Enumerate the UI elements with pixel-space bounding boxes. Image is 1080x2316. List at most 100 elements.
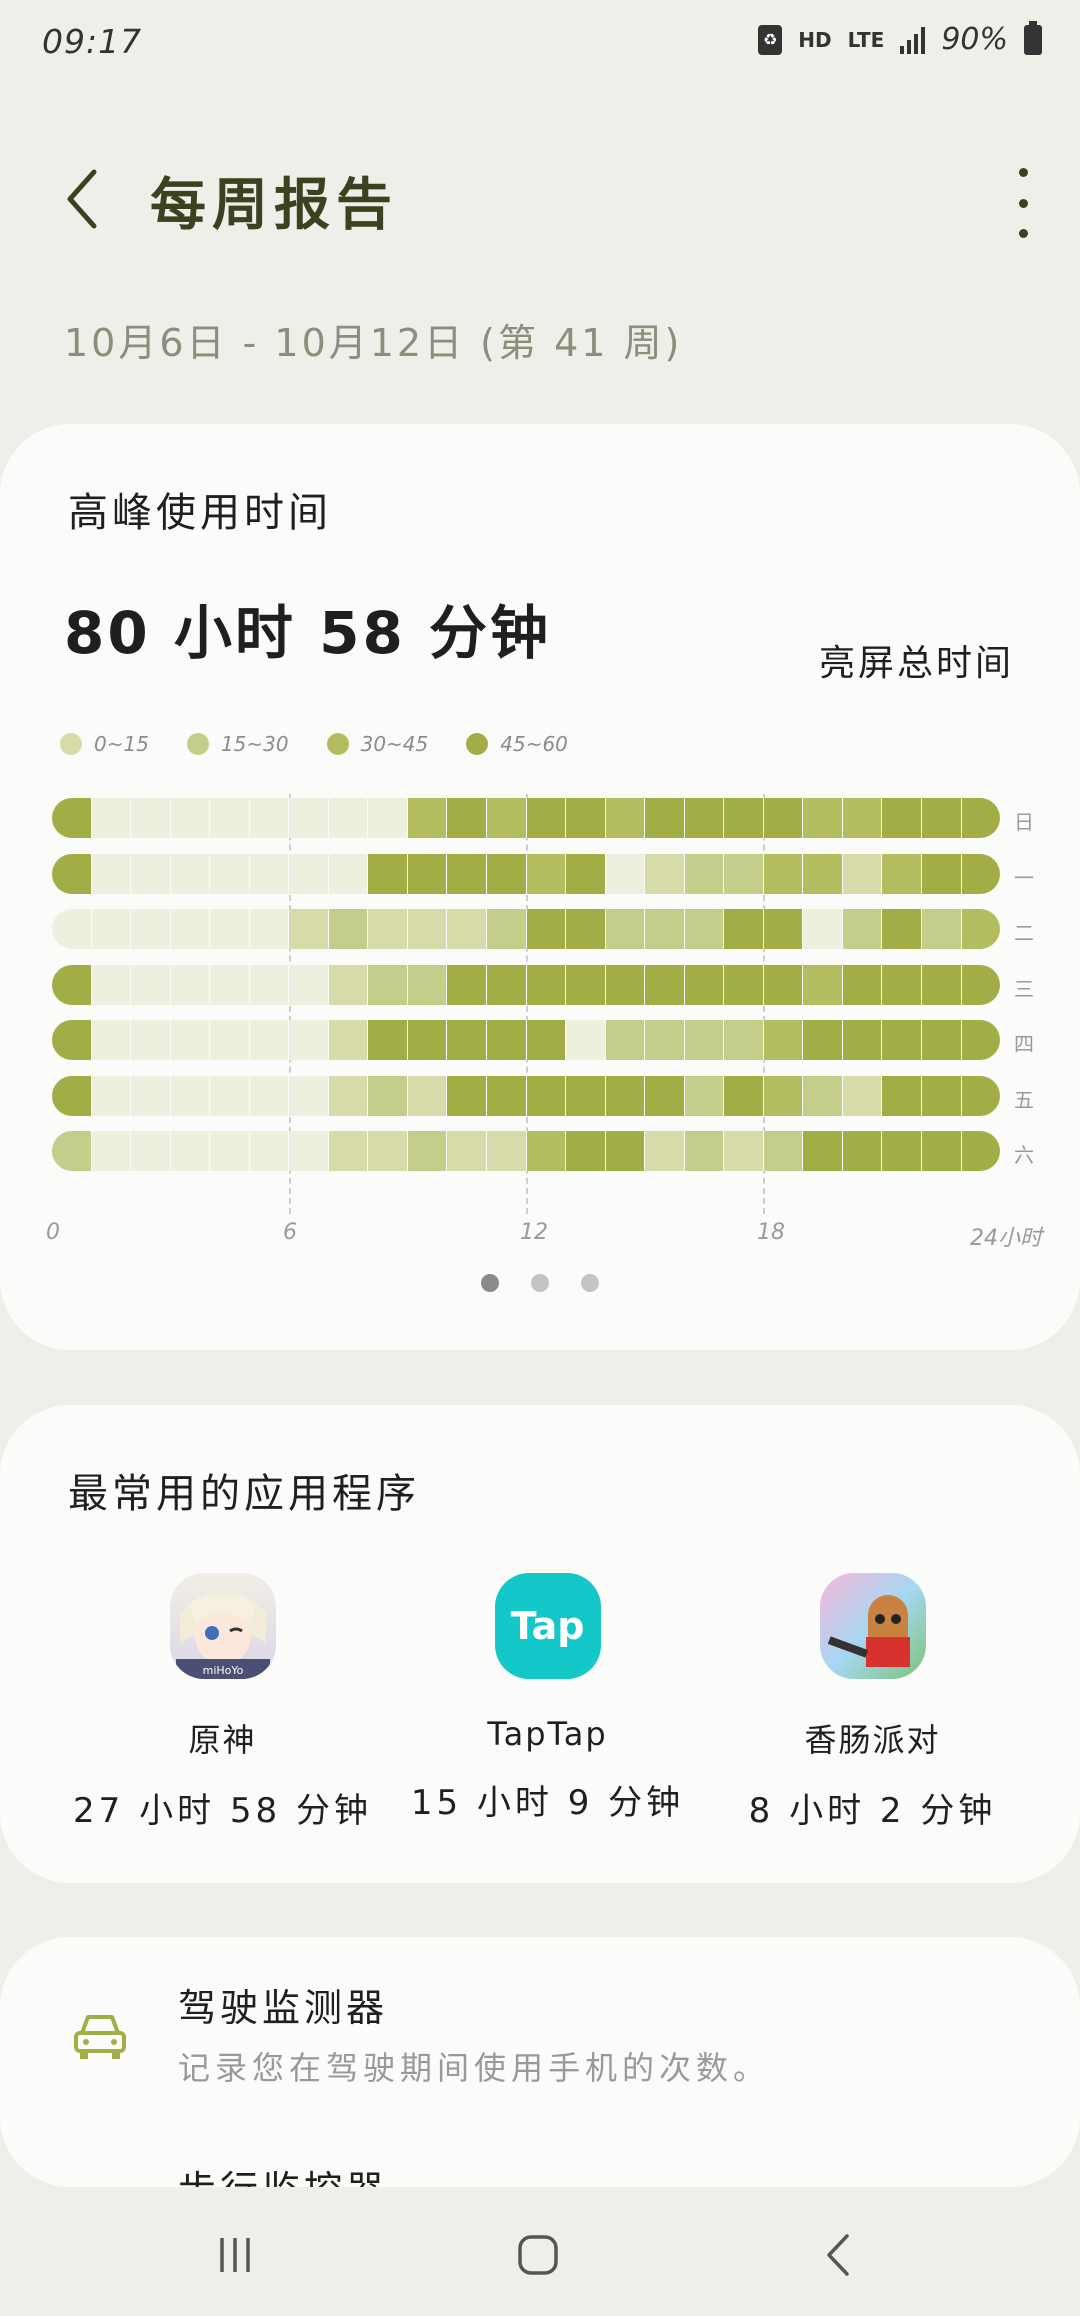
- heatmap-cell: [91, 964, 132, 1005]
- heatmap-cell: [289, 909, 329, 949]
- heatmap-cell: [645, 853, 685, 894]
- heatmap-cell: [684, 964, 725, 1005]
- heatmap-cell: [882, 798, 923, 838]
- app-item-taptap[interactable]: Tap TapTap 15 小时 9 分钟: [385, 1573, 710, 1832]
- status-time: 09:17: [42, 22, 143, 61]
- heatmap-cell: [882, 964, 923, 1005]
- heatmap-cell: [487, 964, 527, 1005]
- heatmap-cell: [328, 1131, 369, 1171]
- heatmap-cell: [249, 909, 290, 949]
- back-icon[interactable]: [815, 2230, 865, 2280]
- peak-usage-title: 高峰使用时间: [68, 490, 332, 536]
- heatmap-cell: [131, 798, 171, 838]
- more-vertical-icon[interactable]: [1008, 168, 1038, 238]
- heatmap-cell: [487, 1075, 527, 1116]
- heatmap-cell: [447, 1020, 488, 1060]
- x-tick-label: 24小时: [970, 1226, 1042, 1251]
- day-label: 三: [1014, 976, 1034, 1001]
- heatmap-cell: [961, 1131, 1000, 1171]
- heatmap-cell: [289, 1020, 329, 1060]
- heatmap-cell: [131, 909, 171, 949]
- heatmap-cell: [249, 1131, 290, 1171]
- heatmap-cell: [842, 964, 883, 1005]
- heatmap-cell: [684, 909, 725, 949]
- page-indicator[interactable]: [0, 1274, 1080, 1292]
- heatmap-cell: [961, 1075, 1000, 1116]
- legend-item: 0~15: [60, 732, 149, 756]
- chevron-left-icon[interactable]: [58, 164, 118, 234]
- heatmap-cell: [447, 964, 488, 1005]
- heatmap-cell: [922, 798, 962, 838]
- heatmap-cell: [407, 964, 448, 1005]
- status-icons: ♻ HD LTE 90%: [758, 20, 1042, 57]
- heatmap-cell: [605, 798, 646, 838]
- walking-monitor-title[interactable]: 步行监控器: [178, 2159, 388, 2187]
- top-apps-card: 最常用的应用程序 miHoYo 原神 27 小时 58 分钟 Tap TapTa…: [0, 1405, 1080, 1883]
- heatmap-cell: [566, 1020, 606, 1060]
- heatmap-cell: [368, 1075, 408, 1116]
- heatmap-cell: [922, 853, 962, 894]
- heatmap-cell: [289, 1131, 329, 1171]
- genshin-app-icon: miHoYo: [169, 1573, 276, 1679]
- heatmap-cell: [684, 798, 725, 838]
- heatmap-cell: [407, 853, 448, 894]
- heatmap-cell: [526, 1075, 567, 1116]
- total-screen-time-label: 亮屏总时间: [818, 643, 1014, 684]
- driving-monitor-title: 驾驶监测器: [178, 1986, 389, 2030]
- app-name: 原神: [188, 1721, 257, 1759]
- heatmap-cell: [763, 1075, 804, 1116]
- legend-item: 45~60: [466, 732, 568, 756]
- heatmap-cell: [249, 798, 290, 838]
- heatmap-cell: [131, 1020, 171, 1060]
- heatmap-cell: [724, 853, 764, 894]
- signal-icon: [900, 26, 926, 54]
- driving-monitor-card[interactable]: 驾驶监测器 记录您在驾驶期间使用手机的次数。 步行监控器: [0, 1937, 1080, 2187]
- heatmap-cell: [842, 909, 883, 949]
- day-label: 五: [1014, 1087, 1034, 1112]
- heatmap-cell: [447, 909, 488, 949]
- day-label: 日: [1014, 810, 1034, 834]
- page-dot[interactable]: [531, 1274, 549, 1292]
- heatmap-cell: [763, 1131, 804, 1171]
- heatmap-cell: [842, 1131, 883, 1171]
- heatmap-cell: [922, 1131, 962, 1171]
- date-range: 10月6日 - 10月12日 (第 41 周): [64, 321, 683, 365]
- legend-label: 0~15: [94, 732, 149, 756]
- heatmap-cell: [328, 1020, 369, 1060]
- heatmap-cell: [131, 853, 171, 894]
- heatmap-cell: [52, 798, 92, 838]
- page-dot[interactable]: [581, 1274, 599, 1292]
- heatmap-cell: [605, 964, 646, 1005]
- heatmap-cell: [605, 1131, 646, 1171]
- status-bar: 09:17 ♻ HD LTE 90%: [0, 0, 1080, 84]
- heatmap-cell: [407, 909, 448, 949]
- page-dot[interactable]: [481, 1274, 499, 1292]
- heatmap-cell: [605, 1020, 646, 1060]
- heatmap-cell: [91, 798, 132, 838]
- heatmap-cell: [52, 1075, 92, 1116]
- heatmap-cell: [922, 909, 962, 949]
- app-item-genshin[interactable]: miHoYo 原神 27 小时 58 分钟: [60, 1573, 385, 1832]
- heatmap-row: [52, 1075, 1000, 1116]
- heatmap-cell: [289, 853, 329, 894]
- battery-percent: 90%: [941, 22, 1008, 57]
- heatmap-cell: [249, 1075, 290, 1116]
- heatmap-cell: [842, 853, 883, 894]
- heatmap-cell: [52, 964, 92, 1005]
- heatmap-cell: [566, 964, 606, 1005]
- heatmap-row: [52, 909, 1000, 949]
- heatmap-cell: [487, 909, 527, 949]
- x-tick-label: 0: [46, 1220, 60, 1245]
- app-usage-time: 27 小时 58 分钟: [73, 1791, 372, 1831]
- page-title: 每周报告: [150, 173, 398, 238]
- heatmap-cell: [645, 909, 685, 949]
- peak-usage-card[interactable]: 高峰使用时间 80 小时 58 分钟 亮屏总时间 0~15 15~30 30~45 4…: [0, 424, 1080, 1350]
- heatmap-cell: [684, 853, 725, 894]
- heatmap-cell: [210, 853, 250, 894]
- home-icon[interactable]: [513, 2230, 563, 2280]
- heatmap-cell: [566, 909, 606, 949]
- app-item-sausage-party[interactable]: 香肠派对 8 小时 2 分钟: [710, 1573, 1035, 1832]
- heatmap-cell: [526, 853, 567, 894]
- total-screen-time: 80 小时 58 分钟: [64, 599, 552, 667]
- recents-icon[interactable]: [210, 2230, 260, 2280]
